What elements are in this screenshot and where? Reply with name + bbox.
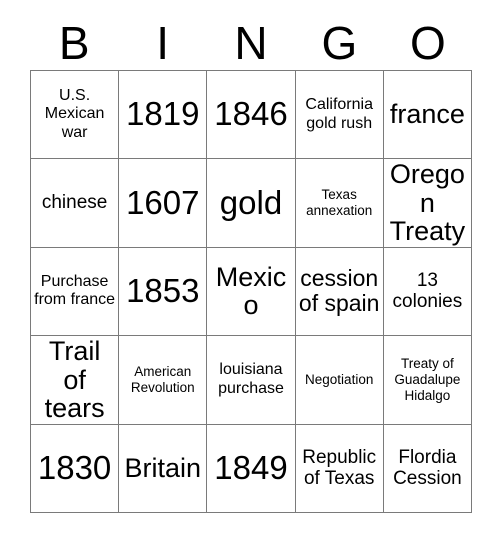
bingo-cell-text: Negotiation xyxy=(305,371,374,387)
bingo-cell-text: Treaty of Guadalupe Hidalgo xyxy=(394,355,461,403)
bingo-cell[interactable]: france xyxy=(383,71,472,160)
bingo-cell[interactable]: Britain xyxy=(119,424,208,513)
bingo-card: B I N G O U.S. Mexican war 1819 1846 Cal… xyxy=(0,0,500,544)
bingo-cell-text: Flordia Cession xyxy=(393,446,462,490)
bingo-cell-text: france xyxy=(389,99,465,130)
bingo-cell[interactable]: U.S. Mexican war xyxy=(31,71,120,160)
bingo-cell[interactable]: Texas annexation xyxy=(295,159,384,248)
bingo-cell-text: 13 colonies xyxy=(392,269,463,313)
bingo-cell[interactable]: Negotiation xyxy=(295,336,384,425)
bingo-cell-text: 1819 xyxy=(126,95,200,133)
bingo-cell-text: American Revolution xyxy=(130,363,195,395)
bingo-cell-text: 1830 xyxy=(37,448,112,486)
bingo-cell-text: Republic of Texas xyxy=(302,446,377,490)
bingo-cell-text: Britain xyxy=(124,452,202,483)
bingo-cell[interactable]: 1607 xyxy=(119,159,208,248)
bingo-cell-text: cession of spain xyxy=(298,265,380,317)
bingo-cell[interactable]: Republic of Texas xyxy=(295,424,384,513)
bingo-cell[interactable]: louisiana purchase xyxy=(207,336,296,425)
bingo-cell-text: Texas annexation xyxy=(306,186,373,219)
bingo-cell[interactable]: Mexico xyxy=(207,247,296,337)
bingo-cell[interactable]: cession of spain xyxy=(295,247,384,337)
bingo-cell[interactable]: 1819 xyxy=(119,71,208,160)
bingo-header-row: B I N G O xyxy=(30,16,472,70)
bingo-cell-text: Mexico xyxy=(215,261,287,321)
bingo-header-letter-n: N xyxy=(234,17,268,69)
bingo-cell[interactable]: Trail of tears xyxy=(31,336,120,425)
bingo-cell[interactable]: 13 colonies xyxy=(383,247,472,337)
bingo-cell-text: 1849 xyxy=(214,448,288,486)
bingo-grid: U.S. Mexican war 1819 1846 California go… xyxy=(30,70,472,513)
bingo-cell[interactable]: Oregon Treaty xyxy=(383,159,472,248)
bingo-cell[interactable]: American Revolution xyxy=(119,336,208,425)
bingo-cell-text: 1607 xyxy=(126,183,200,221)
bingo-cell-text: Purchase from france xyxy=(34,272,116,309)
bingo-cell[interactable]: chinese xyxy=(31,159,120,248)
bingo-cell-text: chinese xyxy=(41,192,108,214)
bingo-cell-text: 1853 xyxy=(126,272,200,310)
bingo-cell[interactable]: Flordia Cession xyxy=(383,424,472,513)
bingo-cell[interactable]: 1853 xyxy=(119,247,208,337)
bingo-header-letter-i: I xyxy=(156,17,169,69)
bingo-cell[interactable]: Treaty of Guadalupe Hidalgo xyxy=(383,336,472,425)
bingo-cell[interactable]: 1849 xyxy=(207,424,296,513)
bingo-cell[interactable]: Purchase from france xyxy=(31,247,120,337)
bingo-header-letter-b: B xyxy=(58,17,90,69)
bingo-cell-text: Trail of tears xyxy=(44,336,105,424)
bingo-cell-text: louisiana purchase xyxy=(218,361,284,397)
bingo-header-letter-o: O xyxy=(409,17,446,69)
bingo-cell-text: Oregon Treaty xyxy=(389,159,466,247)
bingo-cell[interactable]: California gold rush xyxy=(295,71,384,160)
bingo-cell-text: 1846 xyxy=(214,95,288,133)
bingo-cell-text: gold xyxy=(219,183,283,221)
bingo-header-letter-g: G xyxy=(321,17,358,69)
bingo-cell-text: California gold rush xyxy=(305,96,373,132)
bingo-cell-text: U.S. Mexican war xyxy=(44,86,105,141)
bingo-cell[interactable]: gold xyxy=(207,159,296,248)
bingo-cell[interactable]: 1830 xyxy=(31,424,120,513)
bingo-cell[interactable]: 1846 xyxy=(207,71,296,160)
